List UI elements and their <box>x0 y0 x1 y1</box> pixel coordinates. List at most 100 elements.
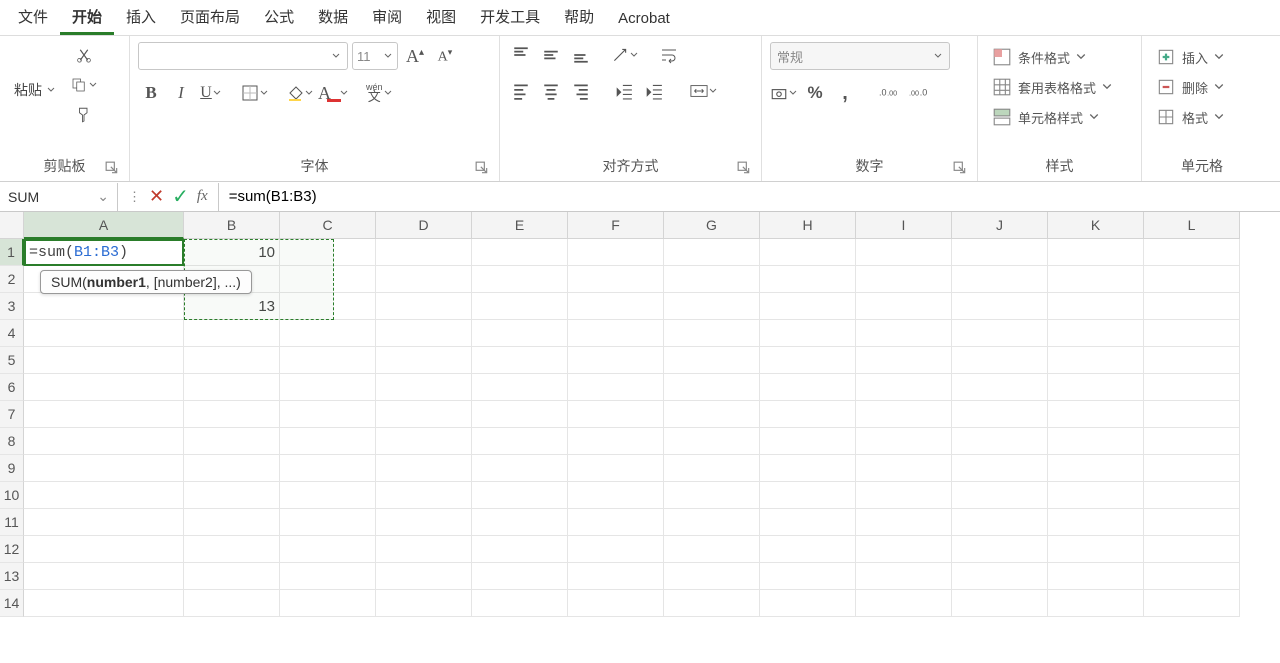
cell[interactable] <box>664 590 760 617</box>
delete-cells-button[interactable]: 删除 <box>1150 72 1230 102</box>
insert-function-button[interactable]: fx <box>197 188 208 205</box>
cell[interactable] <box>472 266 568 293</box>
cell[interactable] <box>760 455 856 482</box>
cell[interactable] <box>184 482 280 509</box>
cell[interactable] <box>760 239 856 266</box>
dialog-launcher-icon[interactable] <box>953 161 967 175</box>
chevron-down-icon[interactable]: ⌄ <box>97 188 109 205</box>
cell[interactable] <box>1144 266 1240 293</box>
paste-button[interactable]: 粘贴 <box>8 42 62 104</box>
cell[interactable] <box>280 401 376 428</box>
column-header[interactable]: C <box>280 212 376 239</box>
cell[interactable] <box>472 482 568 509</box>
column-header[interactable]: A <box>24 212 184 239</box>
cell[interactable] <box>856 509 952 536</box>
row-header[interactable]: 13 <box>0 563 24 590</box>
formula-input[interactable] <box>218 183 1280 211</box>
cell[interactable] <box>280 266 376 293</box>
percent-button[interactable]: % <box>802 80 828 106</box>
cell[interactable] <box>472 590 568 617</box>
cell[interactable] <box>24 428 184 455</box>
cell[interactable] <box>24 563 184 590</box>
decrease-indent-button[interactable] <box>611 78 637 104</box>
dialog-launcher-icon[interactable] <box>105 161 119 175</box>
cell[interactable] <box>472 428 568 455</box>
column-header[interactable]: E <box>472 212 568 239</box>
cell[interactable] <box>24 320 184 347</box>
cell[interactable] <box>1144 401 1240 428</box>
cell[interactable] <box>280 374 376 401</box>
cell[interactable] <box>1144 374 1240 401</box>
cell[interactable] <box>376 482 472 509</box>
cell[interactable] <box>472 401 568 428</box>
align-center-button[interactable] <box>538 78 564 104</box>
cell[interactable] <box>760 266 856 293</box>
cell[interactable] <box>184 590 280 617</box>
cell[interactable] <box>952 536 1048 563</box>
cell[interactable] <box>184 320 280 347</box>
cell[interactable] <box>1048 509 1144 536</box>
row-header[interactable]: 1 <box>0 239 24 266</box>
cell[interactable] <box>376 401 472 428</box>
cell[interactable] <box>280 590 376 617</box>
cell[interactable] <box>184 455 280 482</box>
cell[interactable] <box>568 293 664 320</box>
cell[interactable] <box>1144 563 1240 590</box>
cell[interactable] <box>1144 428 1240 455</box>
cell[interactable] <box>856 428 952 455</box>
font-color-button[interactable]: A <box>318 80 349 106</box>
cell[interactable] <box>952 428 1048 455</box>
menu-data[interactable]: 数据 <box>306 0 360 35</box>
cell[interactable] <box>376 590 472 617</box>
column-header[interactable]: D <box>376 212 472 239</box>
row-header[interactable]: 10 <box>0 482 24 509</box>
row-header[interactable]: 8 <box>0 428 24 455</box>
cell[interactable] <box>760 563 856 590</box>
cell[interactable] <box>952 320 1048 347</box>
cell[interactable] <box>568 347 664 374</box>
increase-indent-button[interactable] <box>641 78 667 104</box>
cell[interactable] <box>472 536 568 563</box>
cell[interactable]: =sum(B1:B3) <box>24 239 184 266</box>
decrease-decimal-button[interactable]: .00.0 <box>905 80 931 106</box>
column-header[interactable]: L <box>1144 212 1240 239</box>
cell[interactable] <box>1048 266 1144 293</box>
menu-formulas[interactable]: 公式 <box>252 0 306 35</box>
cell[interactable] <box>856 536 952 563</box>
borders-button[interactable] <box>241 80 269 106</box>
format-as-table-button[interactable]: 套用表格格式 <box>986 72 1118 102</box>
cell[interactable] <box>1048 347 1144 374</box>
cell[interactable] <box>472 374 568 401</box>
cell[interactable] <box>664 293 760 320</box>
cell[interactable] <box>1048 293 1144 320</box>
bold-button[interactable]: B <box>138 80 164 106</box>
cell[interactable] <box>856 239 952 266</box>
cancel-formula-button[interactable]: ✕ <box>149 186 164 207</box>
cell[interactable] <box>1144 239 1240 266</box>
cell[interactable] <box>952 266 1048 293</box>
column-header[interactable]: B <box>184 212 280 239</box>
decrease-font-button[interactable]: A▾ <box>432 43 458 69</box>
cell[interactable] <box>760 374 856 401</box>
cell[interactable]: 10 <box>184 239 280 266</box>
cell[interactable] <box>24 536 184 563</box>
cut-button[interactable] <box>71 42 97 68</box>
cell[interactable] <box>664 482 760 509</box>
cell[interactable] <box>760 401 856 428</box>
menu-help[interactable]: 帮助 <box>552 0 606 35</box>
cell-styles-button[interactable]: 单元格样式 <box>986 102 1105 132</box>
cell[interactable] <box>952 482 1048 509</box>
currency-button[interactable] <box>770 80 798 106</box>
cell[interactable] <box>856 563 952 590</box>
cell[interactable] <box>280 536 376 563</box>
cell[interactable] <box>376 563 472 590</box>
menu-developer[interactable]: 开发工具 <box>468 0 552 35</box>
cell[interactable] <box>280 347 376 374</box>
cell[interactable] <box>376 347 472 374</box>
cell[interactable] <box>472 563 568 590</box>
comma-button[interactable]: , <box>832 80 858 106</box>
cell[interactable] <box>952 590 1048 617</box>
cell[interactable] <box>280 455 376 482</box>
cell[interactable] <box>472 293 568 320</box>
cell[interactable] <box>568 536 664 563</box>
